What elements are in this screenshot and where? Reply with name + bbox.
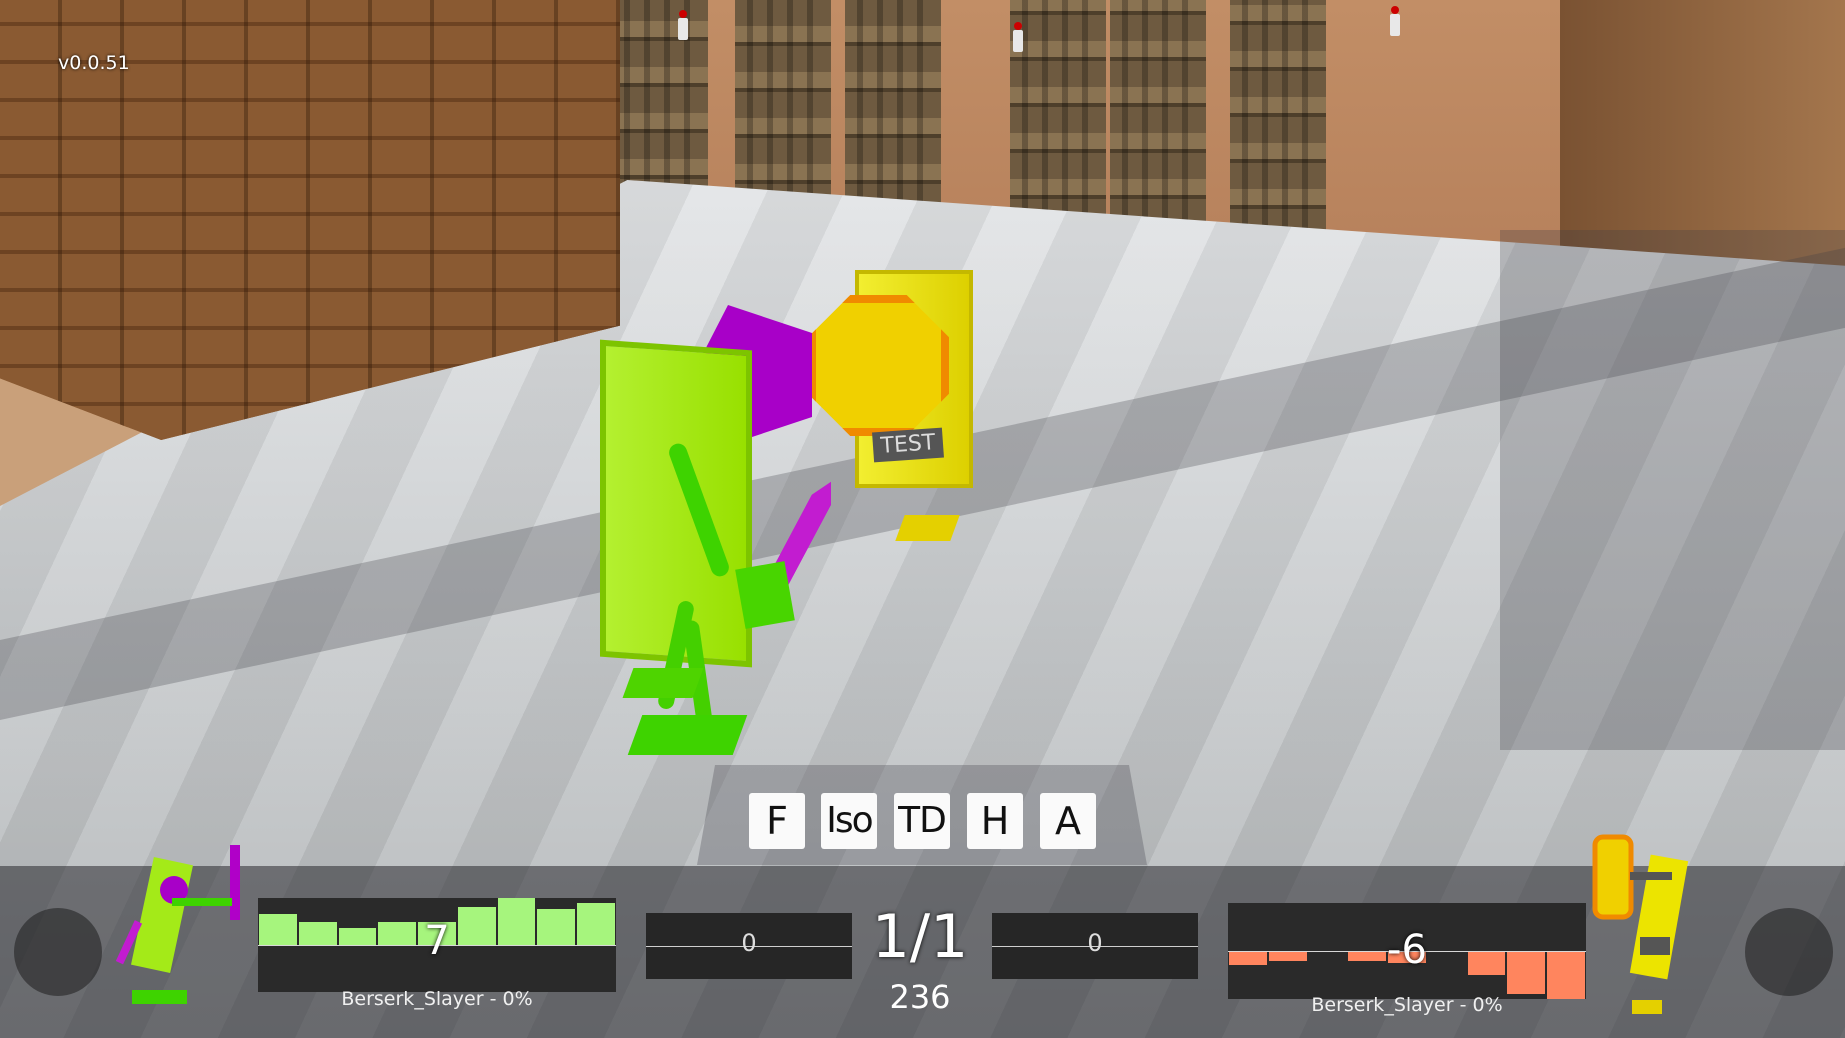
match-timer: 236 — [889, 978, 951, 1016]
pillar — [1230, 0, 1326, 239]
left-player-caption: Berserk_Slayer - 0% — [341, 988, 533, 1010]
right-score: 0 — [1087, 929, 1103, 957]
left-score: 0 — [741, 929, 757, 957]
test-label: TEST — [872, 427, 944, 463]
left-graph-value: 7 — [424, 918, 450, 964]
pillar — [735, 0, 831, 214]
yellow-robot-head — [808, 295, 949, 436]
right-player-caption: Berserk_Slayer - 0% — [1311, 994, 1503, 1016]
left-player-portrait — [115, 845, 240, 1004]
camera-front-button[interactable]: F — [749, 793, 805, 849]
camera-h-button[interactable]: H — [967, 793, 1023, 849]
camera-iso-button[interactable]: Iso — [821, 793, 877, 849]
left-performance-graph: 7 — [258, 898, 616, 992]
left-score-box: 0 — [646, 913, 852, 979]
green-robot-foot — [627, 715, 748, 755]
green-robot-foot — [622, 668, 704, 698]
left-joystick[interactable] — [14, 908, 102, 996]
right-player-portrait — [1592, 834, 1689, 1014]
version-label: v0.0.51 — [58, 52, 130, 74]
camera-a-button[interactable]: A — [1040, 793, 1096, 849]
right-joystick[interactable] — [1745, 908, 1833, 996]
green-robot-fist — [735, 561, 795, 629]
right-graph-value: -6 — [1387, 927, 1427, 973]
pillar — [612, 0, 708, 209]
round-counter: 1/1 — [871, 902, 969, 972]
camera-topdown-button[interactable]: TD — [894, 793, 950, 849]
floor-shadow — [1500, 230, 1845, 750]
right-performance-graph: -6 — [1228, 903, 1586, 999]
distant-robot — [678, 10, 688, 40]
distant-robot — [1390, 6, 1400, 36]
pillar — [845, 0, 941, 214]
distant-robot — [1013, 22, 1023, 52]
pillar — [1010, 0, 1106, 229]
yellow-robot-foot — [895, 515, 960, 541]
right-score-box: 0 — [992, 913, 1198, 979]
pillar — [1110, 0, 1206, 229]
